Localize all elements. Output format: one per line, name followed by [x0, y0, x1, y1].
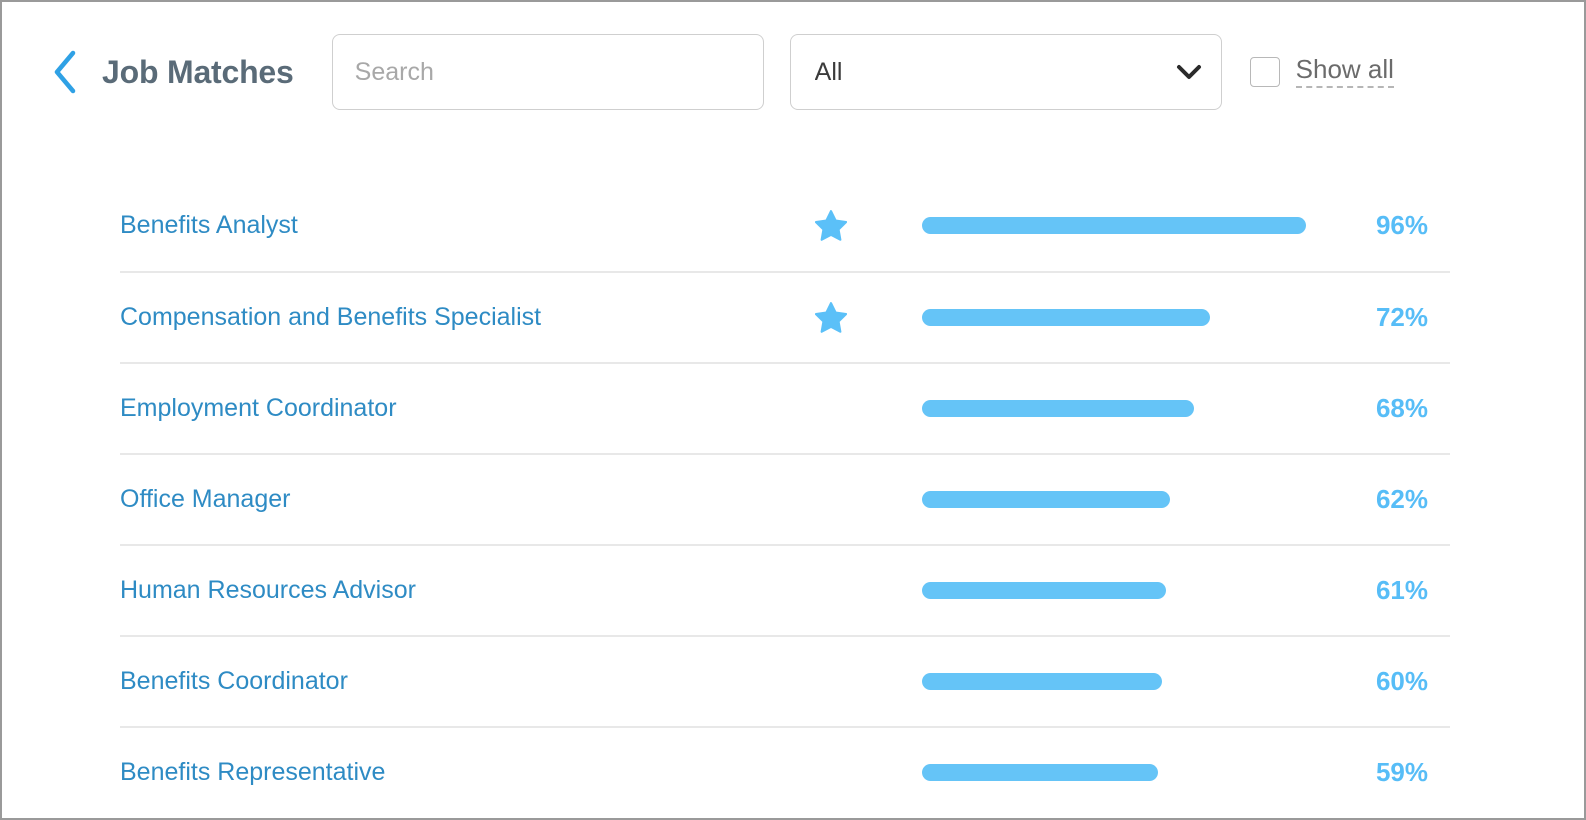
filter-select[interactable]: All	[789, 34, 1222, 110]
table-row[interactable]: Human Resources Advisor 61%	[120, 544, 1450, 635]
match-bar-track	[922, 217, 1322, 234]
match-bar-fill	[922, 491, 1170, 508]
match-percent: 68%	[1375, 393, 1428, 423]
job-title-link[interactable]: Employment Coordinator	[120, 394, 800, 423]
job-title-link[interactable]: Compensation and Benefits Specialist	[120, 303, 800, 332]
match-bar-fill	[922, 400, 1194, 417]
match-bar-cell	[922, 673, 1322, 690]
job-title-link[interactable]: Benefits Analyst	[120, 211, 800, 240]
match-bar-cell	[922, 400, 1322, 417]
match-percent: 72%	[1375, 302, 1428, 332]
match-bar-fill	[922, 309, 1210, 326]
filter-select-wrapper: All	[789, 34, 1222, 110]
job-title-link[interactable]: Office Manager	[120, 485, 800, 514]
table-row[interactable]: Benefits Coordinator 60%	[120, 635, 1450, 726]
match-percent: 60%	[1375, 666, 1428, 696]
table-row[interactable]: Benefits Representative 59%	[120, 726, 1450, 817]
table-row[interactable]: Employment Coordinator 68%	[120, 362, 1450, 453]
match-bar-fill	[922, 217, 1306, 234]
table-row[interactable]: Compensation and Benefits Specialist 72%	[120, 271, 1450, 362]
match-percent: 59%	[1375, 757, 1428, 787]
match-bar-track	[922, 400, 1322, 417]
back-button[interactable]	[42, 42, 88, 102]
star-icon[interactable]	[815, 302, 847, 333]
header-toolbar: Job Matches All Show all	[2, 2, 1584, 142]
match-percent: 62%	[1375, 484, 1428, 514]
table-row[interactable]: Office Manager 62%	[120, 453, 1450, 544]
match-bar-fill	[922, 582, 1166, 599]
match-bar-cell	[922, 764, 1322, 781]
match-bar-fill	[922, 673, 1162, 690]
match-bar-cell	[922, 491, 1322, 508]
favorite-star-cell[interactable]	[800, 302, 862, 333]
favorite-star-cell[interactable]	[800, 210, 862, 241]
table-row[interactable]: Benefits Analyst 96%	[120, 180, 1450, 271]
match-percent: 61%	[1375, 575, 1428, 605]
match-bar-track	[922, 309, 1322, 326]
show-all-label[interactable]: Show all	[1295, 56, 1394, 88]
job-matches-list: Benefits Analyst 96% Compensation and Bene…	[120, 180, 1450, 817]
match-bar-track	[922, 582, 1322, 599]
show-all-checkbox[interactable]	[1249, 57, 1280, 87]
chevron-left-icon	[52, 50, 78, 94]
star-icon[interactable]	[815, 210, 847, 241]
job-title-link[interactable]: Benefits Representative	[120, 758, 800, 787]
match-bar-track	[922, 673, 1322, 690]
match-bar-cell	[922, 309, 1322, 326]
match-bar-fill	[922, 764, 1158, 781]
job-title-link[interactable]: Human Resources Advisor	[120, 576, 800, 605]
match-percent: 96%	[1375, 210, 1428, 240]
show-all-control: Show all	[1249, 56, 1394, 88]
match-bar-cell	[922, 582, 1322, 599]
job-matches-panel: Job Matches All Show all Benefits Analys…	[0, 0, 1586, 820]
match-bar-cell	[922, 217, 1322, 234]
search-input[interactable]	[331, 34, 764, 110]
page-title: Job Matches	[102, 53, 294, 90]
match-bar-track	[922, 491, 1322, 508]
match-bar-track	[922, 764, 1322, 781]
job-title-link[interactable]: Benefits Coordinator	[120, 667, 800, 696]
